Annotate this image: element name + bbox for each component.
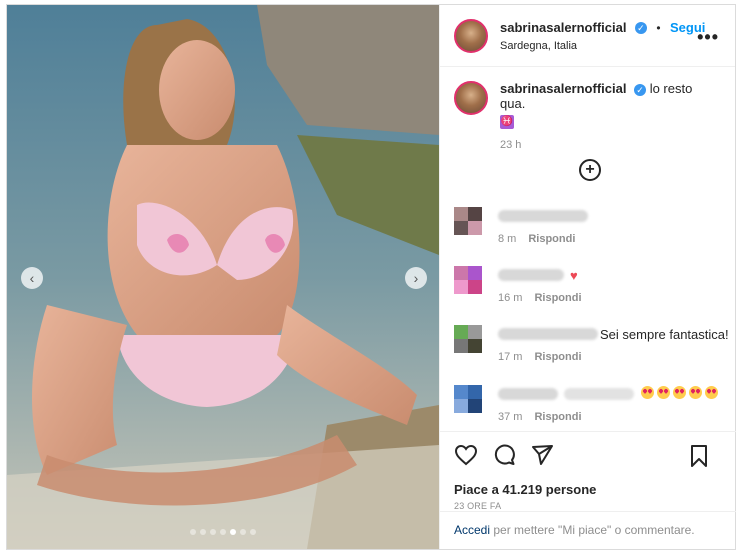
reply-button[interactable]: Rispondi — [528, 233, 575, 245]
comment-item: ♥ 16 m Rispondi — [454, 266, 728, 304]
author-info: sabrinasalernofficial ✓ • Segui Sardegna… — [500, 19, 705, 52]
separator-dot: • — [656, 21, 661, 35]
login-link[interactable]: Accedi — [454, 523, 490, 537]
carousel-indicator — [7, 529, 439, 535]
pisces-emoji-icon: ♓ — [500, 115, 514, 129]
reply-button[interactable]: Rispondi — [534, 351, 581, 363]
verified-badge-icon: ✓ — [634, 83, 647, 96]
carousel-dot — [250, 529, 256, 535]
carousel-prev-button[interactable]: ‹ — [21, 267, 43, 289]
reply-button[interactable]: Rispondi — [534, 292, 581, 304]
comment-time: 37 m — [498, 411, 523, 423]
comment-item: Sei sempre fantastica! 17 m Rispondi — [454, 325, 729, 363]
chevron-left-icon: ‹ — [29, 270, 35, 286]
comment-time: 8 m — [498, 233, 517, 245]
comment-time: 17 m — [498, 351, 523, 363]
verified-badge-icon: ✓ — [634, 21, 647, 34]
carousel-next-button[interactable]: › — [405, 267, 427, 289]
comment-time: 16 m — [498, 292, 523, 304]
add-circle-icon[interactable]: + — [579, 159, 601, 181]
post-actions: Piace a 41.219 persone 23 ORE FA — [440, 431, 736, 511]
chevron-right-icon: › — [413, 270, 419, 286]
carousel-dot — [240, 529, 246, 535]
caption: sabrinasalernofficial ✓ lo resto qua. ♓ … — [440, 67, 735, 151]
post-dialog: ‹ › sabrinasalernofficial ✓ • Segui Sard… — [6, 4, 736, 550]
caption-username[interactable]: sabrinasalernofficial — [500, 81, 626, 96]
comment-item: 8 m Rispondi — [454, 207, 728, 245]
comment-avatar[interactable] — [454, 385, 482, 413]
carousel-dot — [210, 529, 216, 535]
post-timestamp: 23 ORE FA — [454, 501, 502, 511]
carousel-dot — [220, 529, 226, 535]
comment-avatar[interactable] — [454, 266, 482, 294]
comment-text: Sei sempre fantastica! — [600, 326, 729, 342]
caption-body: sabrinasalernofficial ✓ lo resto qua. ♓ … — [500, 81, 721, 151]
action-bar — [454, 442, 722, 468]
blurred-username — [498, 328, 598, 340]
comment-avatar[interactable] — [454, 207, 482, 235]
blurred-username — [498, 388, 558, 400]
post-photo — [7, 5, 439, 549]
login-prompt-text: per mettere "Mi piace" o commentare. — [490, 523, 695, 537]
blurred-username — [498, 269, 564, 281]
likes-count[interactable]: Piace a 41.219 persone — [454, 482, 722, 497]
carousel-dot — [230, 529, 236, 535]
reply-button[interactable]: Rispondi — [534, 411, 581, 423]
more-options-icon[interactable]: ••• — [697, 27, 719, 48]
carousel-dot — [190, 529, 196, 535]
post-media[interactable]: ‹ › — [7, 5, 439, 549]
login-prompt: Accedi per mettere "Mi piace" o commenta… — [440, 511, 736, 549]
blurred-comment-text — [564, 388, 634, 400]
red-heart-emoji-icon: ♥ — [570, 267, 578, 283]
post-sidebar: sabrinasalernofficial ✓ • Segui Sardegna… — [439, 5, 736, 549]
bookmark-icon[interactable] — [688, 444, 710, 468]
comment-item: 37 m Rispondi — [454, 385, 728, 423]
author-username[interactable]: sabrinasalernofficial — [500, 20, 626, 35]
caption-avatar[interactable] — [454, 81, 488, 115]
post-header: sabrinasalernofficial ✓ • Segui Sardegna… — [440, 5, 735, 67]
comment-icon[interactable] — [492, 443, 516, 467]
author-avatar[interactable] — [454, 18, 488, 53]
carousel-dot — [200, 529, 206, 535]
heart-eyes-emoji-icon — [638, 386, 718, 402]
share-icon[interactable] — [530, 443, 554, 467]
like-heart-icon[interactable] — [454, 443, 478, 467]
post-location[interactable]: Sardegna, Italia — [500, 40, 705, 52]
blurred-username — [498, 210, 588, 222]
comment-avatar[interactable] — [454, 325, 482, 353]
caption-time: 23 h — [500, 139, 522, 151]
